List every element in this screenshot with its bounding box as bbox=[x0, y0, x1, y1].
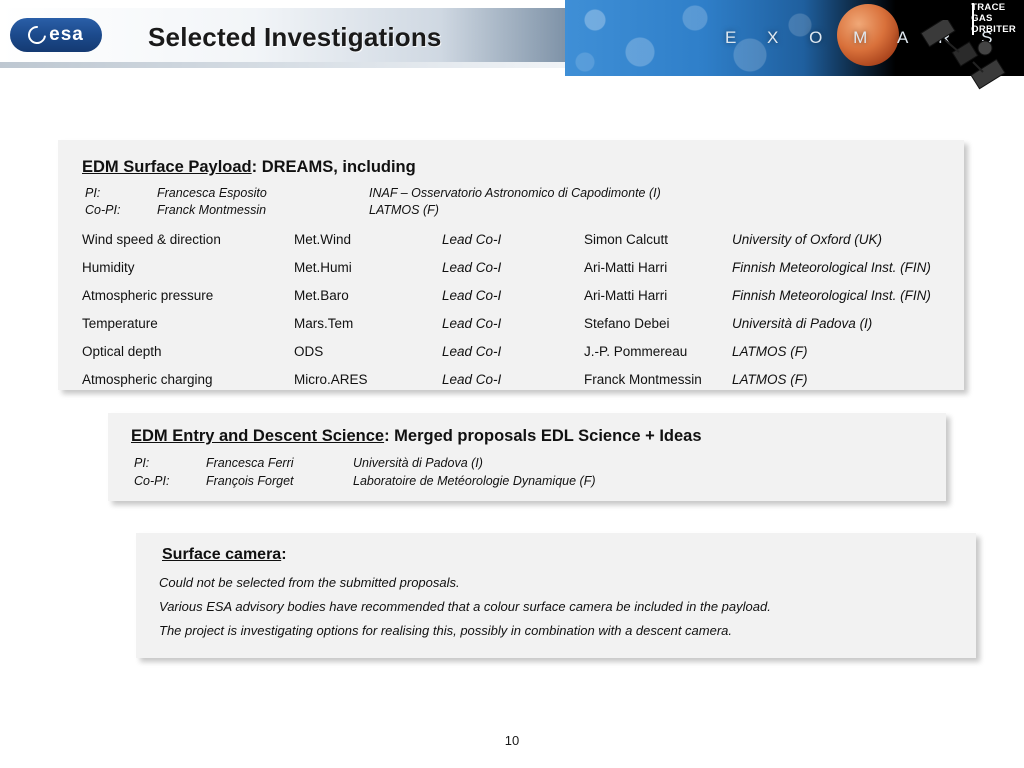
payload-heading-rest: : DREAMS, including bbox=[251, 158, 416, 176]
camera-heading-rest: : bbox=[281, 546, 287, 563]
investigation-institute: Università di Padova (I) bbox=[732, 315, 873, 331]
edl-pi-table: PI: Francesca Ferri Università di Padova… bbox=[132, 453, 598, 491]
trace-gas-orbiter-label: TRACE GAS ORBITER bbox=[971, 2, 1016, 35]
tgo-line-1: TRACE bbox=[971, 2, 1006, 13]
investigation-role: Lead Co-I bbox=[442, 287, 502, 303]
exomars-banner-image: E X O M A R S TRACE GAS ORBITER bbox=[565, 0, 1024, 76]
payload-pi-label: PI: bbox=[85, 186, 101, 200]
investigation-lead: Stefano Debei bbox=[584, 315, 670, 331]
edl-heading-rest: : Merged proposals EDL Science + Ideas bbox=[384, 427, 702, 445]
esa-logo-text: esa bbox=[49, 24, 84, 45]
investigation-lead: Ari-Matti Harri bbox=[584, 287, 668, 303]
camera-note-line: Could not be selected from the submitted… bbox=[159, 575, 460, 590]
investigation-name: Temperature bbox=[82, 315, 158, 331]
camera-note-line: Various ESA advisory bodies have recomme… bbox=[159, 599, 771, 614]
investigation-lead: Franck Montmessin bbox=[584, 371, 702, 387]
investigation-role: Lead Co-I bbox=[442, 315, 502, 331]
investigation-role: Lead Co-I bbox=[442, 371, 502, 387]
header-bar-shadow bbox=[0, 62, 565, 68]
investigation-name: Humidity bbox=[82, 259, 135, 275]
investigation-role: Lead Co-I bbox=[442, 259, 502, 275]
table-row: PI: Francesca Esposito INAF – Osservator… bbox=[85, 186, 661, 201]
camera-heading-underlined: Surface camera bbox=[162, 546, 282, 563]
table-row: Atmospheric pressure Met.Baro Lead Co-I … bbox=[82, 281, 931, 309]
investigation-short: Micro.ARES bbox=[294, 371, 368, 387]
page-title: Selected Investigations bbox=[148, 22, 442, 52]
payload-pi-table: PI: Francesca Esposito INAF – Osservator… bbox=[83, 184, 663, 220]
payload-copi-label: Co-PI: bbox=[85, 203, 121, 217]
edl-pi-institute: Università di Padova (I) bbox=[353, 456, 483, 470]
edm-entry-descent-panel: EDM Entry and Descent Science: Merged pr… bbox=[108, 413, 946, 501]
edl-copi-name: François Forget bbox=[206, 474, 294, 488]
payload-heading: EDM Surface Payload: DREAMS, including bbox=[82, 158, 416, 177]
investigation-name: Optical depth bbox=[82, 343, 162, 359]
edl-copi-label: Co-PI: bbox=[134, 474, 170, 488]
slide: esa Selected Investigations E X O M A R … bbox=[0, 0, 1024, 768]
edl-pi-label: PI: bbox=[134, 456, 150, 470]
investigation-name: Wind speed & direction bbox=[82, 231, 221, 247]
edl-copi-institute: Laboratoire de Metéorologie Dynamique (F… bbox=[353, 474, 596, 488]
investigation-institute: LATMOS (F) bbox=[732, 371, 808, 387]
payload-pi-name: Francesca Esposito bbox=[157, 186, 267, 200]
investigation-short: ODS bbox=[294, 343, 324, 359]
investigation-name: Atmospheric pressure bbox=[82, 287, 214, 303]
table-row: Optical depth ODS Lead Co-I J.-P. Pommer… bbox=[82, 337, 931, 365]
investigations-table: Wind speed & direction Met.Wind Lead Co-… bbox=[82, 225, 931, 393]
investigation-name: Atmospheric charging bbox=[82, 371, 213, 387]
investigation-short: Met.Wind bbox=[294, 231, 352, 247]
payload-heading-underlined: EDM Surface Payload bbox=[82, 158, 252, 176]
tgo-line-3: ORBITER bbox=[971, 24, 1016, 35]
investigation-lead: Ari-Matti Harri bbox=[584, 259, 668, 275]
investigation-lead: Simon Calcutt bbox=[584, 231, 669, 247]
investigation-short: Mars.Tem bbox=[294, 315, 354, 331]
surface-camera-panel: Surface camera: Could not be selected fr… bbox=[136, 533, 976, 658]
payload-copi-name: Franck Montmessin bbox=[157, 203, 267, 217]
table-row: PI: Francesca Ferri Università di Padova… bbox=[134, 455, 596, 471]
slide-header: esa Selected Investigations E X O M A R … bbox=[0, 0, 1024, 90]
edl-pi-name: Francesca Ferri bbox=[206, 456, 294, 470]
investigation-institute: Finnish Meteorological Inst. (FIN) bbox=[732, 287, 931, 303]
investigation-institute: LATMOS (F) bbox=[732, 343, 808, 359]
investigation-role: Lead Co-I bbox=[442, 231, 502, 247]
esa-swirl-icon bbox=[24, 22, 50, 48]
investigation-short: Met.Baro bbox=[294, 287, 349, 303]
table-row: Temperature Mars.Tem Lead Co-I Stefano D… bbox=[82, 309, 931, 337]
camera-notes: Could not be selected from the submitted… bbox=[159, 575, 949, 638]
investigation-institute: University of Oxford (UK) bbox=[732, 231, 883, 247]
table-row: Humidity Met.Humi Lead Co-I Ari-Matti Ha… bbox=[82, 253, 931, 281]
table-row: Wind speed & direction Met.Wind Lead Co-… bbox=[82, 225, 931, 253]
investigation-institute: Finnish Meteorological Inst. (FIN) bbox=[732, 259, 931, 275]
edm-surface-payload-panel: EDM Surface Payload: DREAMS, including P… bbox=[58, 140, 964, 390]
investigation-short: Met.Humi bbox=[294, 259, 352, 275]
tgo-line-2: GAS bbox=[971, 13, 993, 24]
investigation-role: Lead Co-I bbox=[442, 343, 502, 359]
edl-heading-underlined: EDM Entry and Descent Science bbox=[131, 427, 385, 445]
table-row: Co-PI: François Forget Laboratoire de Me… bbox=[134, 473, 596, 489]
table-row: Atmospheric charging Micro.ARES Lead Co-… bbox=[82, 365, 931, 393]
esa-logo: esa bbox=[10, 18, 102, 52]
camera-note-line: The project is investigating options for… bbox=[159, 623, 733, 638]
camera-heading: Surface camera: bbox=[162, 546, 287, 564]
payload-pi-institute: INAF – Osservatorio Astronomico di Capod… bbox=[369, 186, 661, 200]
table-row: Co-PI: Franck Montmessin LATMOS (F) bbox=[85, 203, 661, 218]
edl-heading: EDM Entry and Descent Science: Merged pr… bbox=[131, 427, 702, 446]
page-number: 10 bbox=[504, 733, 520, 748]
investigation-lead: J.-P. Pommereau bbox=[584, 343, 688, 359]
payload-copi-institute: LATMOS (F) bbox=[369, 203, 439, 217]
